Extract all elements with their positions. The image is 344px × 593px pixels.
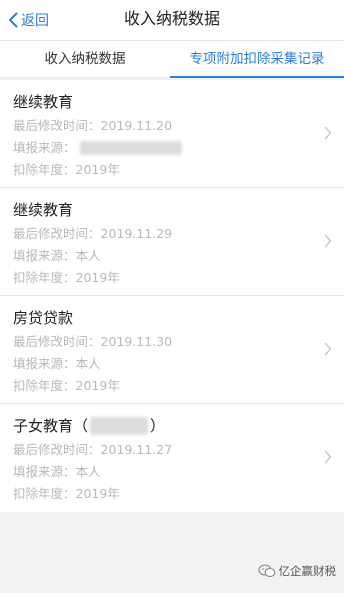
record-source-label: 填报来源： xyxy=(13,140,76,155)
record-title: 继续教育 xyxy=(13,201,74,219)
record-source-label: 填报来源： xyxy=(13,248,76,263)
watermark: 亿企赢财税 xyxy=(257,563,337,579)
record-modified-time: 最后修改时间：2019.11.20 xyxy=(13,118,173,133)
wechat-icon xyxy=(257,564,275,578)
record-modified-time: 最后修改时间：2019.11.29 xyxy=(13,226,173,241)
chevron-right-icon xyxy=(324,342,332,356)
record-deduction-year: 扣除年度：2019年 xyxy=(13,378,120,393)
chevron-right-icon xyxy=(324,450,332,464)
record-title-suffix: ） xyxy=(150,417,166,435)
record-source-value: 本人 xyxy=(75,464,101,479)
record-deduction-year: 扣除年度：2019年 xyxy=(13,486,120,501)
record-item[interactable]: 继续教育 最后修改时间：2019.11.20 填报来源： 扣除年度：2019年 xyxy=(0,80,344,188)
record-source-label: 填报来源： xyxy=(13,356,76,371)
watermark-text: 亿企赢财税 xyxy=(278,564,337,578)
record-title: 子女教育（ ） xyxy=(13,416,165,436)
record-source: 填报来源： 本人 xyxy=(13,248,101,264)
record-source-value: 本人 xyxy=(75,356,101,371)
record-source-label: 填报来源： xyxy=(13,464,76,479)
page-title: 收入纳税数据 xyxy=(123,9,220,28)
record-source: 填报来源： xyxy=(13,140,182,156)
record-deduction-year: 扣除年度：2019年 xyxy=(13,162,120,177)
record-title-text: 子女教育（ xyxy=(13,417,89,435)
record-deduction-year: 扣除年度：2019年 xyxy=(13,270,120,285)
tab-income-tax-data[interactable]: 收入纳税数据 xyxy=(0,41,170,78)
record-item[interactable]: 继续教育 最后修改时间：2019.11.29 填报来源： 本人 扣除年度：201… xyxy=(0,188,344,296)
active-tab-indicator xyxy=(170,76,344,78)
record-item[interactable]: 房贷贷款 最后修改时间：2019.11.30 填报来源： 本人 扣除年度：201… xyxy=(0,296,344,404)
record-list: 继续教育 最后修改时间：2019.11.20 填报来源： 扣除年度：2019年 … xyxy=(0,80,344,512)
navigation-bar: 返回 收入纳税数据 xyxy=(0,0,344,40)
tab-special-deduction-records[interactable]: 专项附加扣除采集记录 xyxy=(170,41,344,78)
record-title: 房贷贷款 xyxy=(13,309,74,327)
redacted-source xyxy=(79,141,182,155)
record-modified-time: 最后修改时间：2019.11.27 xyxy=(13,442,173,457)
chevron-right-icon xyxy=(324,234,332,248)
record-source: 填报来源： 本人 xyxy=(13,356,101,372)
record-title: 继续教育 xyxy=(13,93,74,111)
tab-bar: 收入纳税数据 专项附加扣除采集记录 xyxy=(0,40,344,78)
redacted-child-name xyxy=(90,417,149,435)
record-source-value: 本人 xyxy=(75,248,101,263)
record-modified-time: 最后修改时间：2019.11.30 xyxy=(13,334,173,349)
record-item[interactable]: 子女教育（ ） 最后修改时间：2019.11.27 填报来源： 本人 扣除年度：… xyxy=(0,404,344,512)
record-source: 填报来源： 本人 xyxy=(13,464,101,480)
chevron-right-icon xyxy=(324,126,332,140)
